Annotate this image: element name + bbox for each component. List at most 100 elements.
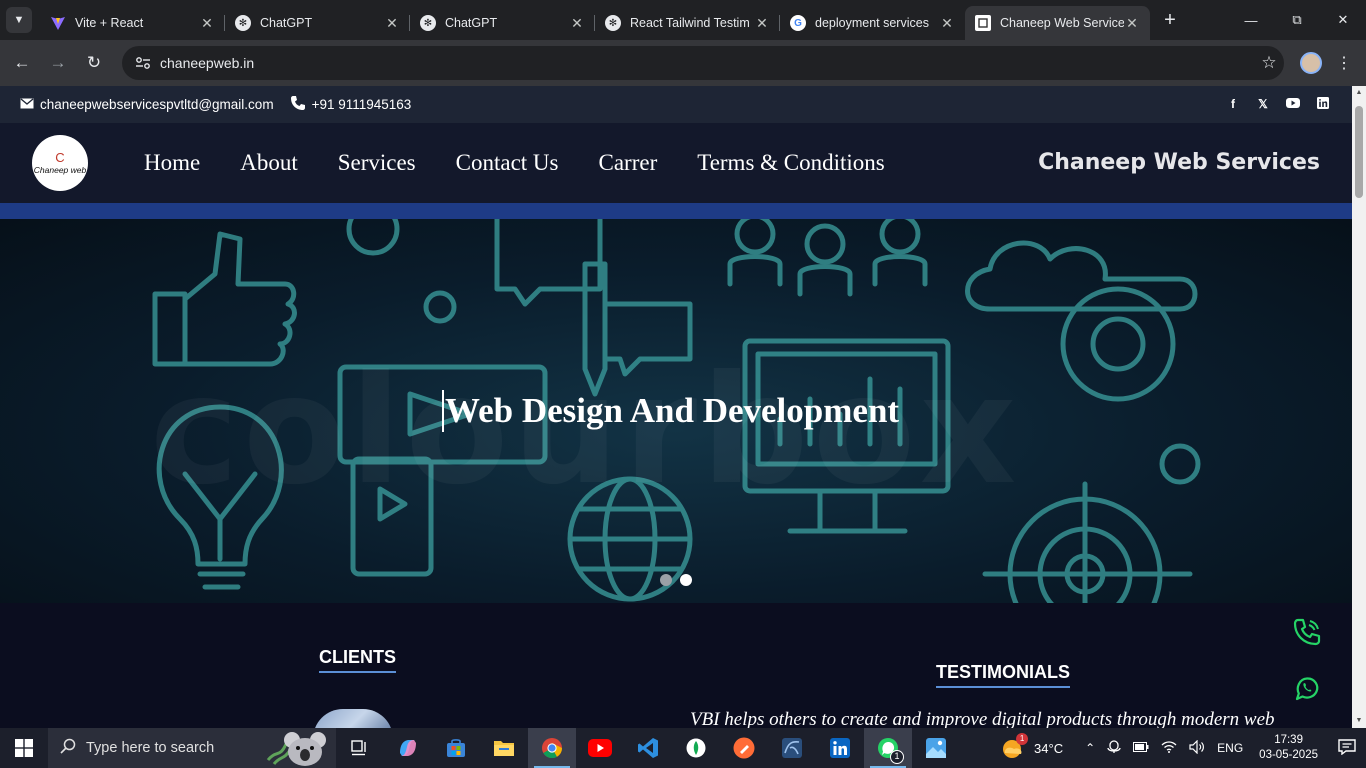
- browser-tab-active[interactable]: Chaneep Web Service ✕: [965, 6, 1150, 40]
- weather-sun-icon: 1: [1000, 733, 1029, 761]
- nav-terms[interactable]: Terms & Conditions: [697, 150, 885, 176]
- mongodb-compass-icon[interactable]: [672, 728, 720, 768]
- close-tab-icon[interactable]: ✕: [384, 15, 400, 32]
- close-tab-icon[interactable]: ✕: [754, 15, 770, 32]
- windows-start-icon[interactable]: [0, 728, 48, 768]
- clock-date: 03-05-2025: [1259, 749, 1318, 761]
- browser-tab[interactable]: ✻ ChatGPT ✕: [410, 6, 595, 40]
- phone-number[interactable]: +91 9111945163: [312, 97, 412, 112]
- chrome-icon[interactable]: [528, 728, 576, 768]
- volume-icon[interactable]: [1189, 739, 1205, 757]
- close-tab-icon[interactable]: ✕: [199, 15, 215, 32]
- email-link[interactable]: chaneepwebservicespvtltd@gmail.com: [40, 97, 274, 112]
- search-placeholder: Type here to search: [86, 740, 215, 756]
- tab-title: ChatGPT: [445, 16, 498, 30]
- system-clock[interactable]: 17:39 03-05-2025: [1259, 733, 1318, 763]
- minimize-icon[interactable]: —: [1228, 0, 1274, 40]
- nav-about[interactable]: About: [240, 150, 298, 176]
- copilot-icon[interactable]: [384, 728, 432, 768]
- weather-widget[interactable]: 1 34°C: [1000, 733, 1064, 761]
- browser-tab[interactable]: ✻ React Tailwind Testim ✕: [595, 6, 780, 40]
- window-controls: — ⧉ ✕: [1228, 0, 1366, 40]
- mysql-workbench-icon[interactable]: [768, 728, 816, 768]
- scroll-up-icon[interactable]: ▲: [1352, 86, 1366, 100]
- forward-icon[interactable]: →: [40, 45, 76, 81]
- site-logo[interactable]: C Chaneep web: [32, 135, 88, 191]
- wifi-icon[interactable]: [1161, 740, 1177, 756]
- language-indicator[interactable]: ENG: [1217, 741, 1243, 755]
- close-tab-icon[interactable]: ✕: [1124, 15, 1140, 32]
- scroll-thumb[interactable]: [1355, 106, 1363, 198]
- windows-taskbar: Type here to search 1 1 34°C ⌃ ENG 17:39…: [0, 728, 1366, 768]
- show-hidden-icons-chevron-icon[interactable]: ⌃: [1085, 741, 1095, 755]
- brand-name: Chaneep Web Services: [1038, 150, 1320, 175]
- address-bar[interactable]: chaneepweb.in ☆: [122, 46, 1284, 80]
- task-view-icon[interactable]: [336, 728, 384, 768]
- contact-bar: chaneepwebservicespvtltd@gmail.com +91 9…: [0, 86, 1352, 123]
- system-tray: 1 34°C ⌃ ENG 17:39 03-05-2025: [1000, 728, 1366, 768]
- url-text[interactable]: chaneepweb.in: [160, 55, 1254, 71]
- chatgpt-icon: ✻: [235, 15, 251, 31]
- close-tab-icon[interactable]: ✕: [939, 15, 955, 32]
- microsoft-store-icon[interactable]: [432, 728, 480, 768]
- whatsapp-float-icon[interactable]: [1292, 673, 1322, 703]
- clients-heading: CLIENTS: [319, 647, 397, 673]
- page-scrollbar[interactable]: ▲ ▼: [1352, 86, 1366, 728]
- call-float-icon[interactable]: [1292, 617, 1322, 647]
- chatgpt-icon: ✻: [605, 15, 621, 31]
- weather-badge: 1: [1016, 733, 1029, 745]
- youtube-icon[interactable]: [1278, 97, 1308, 112]
- menu-kebab-icon[interactable]: ⋮: [1336, 53, 1352, 73]
- web-page: chaneepwebservicespvtltd@gmail.com +91 9…: [0, 86, 1352, 728]
- notification-center-icon[interactable]: [1332, 738, 1362, 758]
- battery-icon[interactable]: [1133, 741, 1149, 755]
- postman-icon[interactable]: [720, 728, 768, 768]
- nav-carrer[interactable]: Carrer: [599, 150, 658, 176]
- hero-carousel: colourbox Web Design And Development: [0, 219, 1352, 603]
- reload-icon[interactable]: ↻: [76, 45, 112, 81]
- nav-contact-us[interactable]: Contact Us: [456, 150, 559, 176]
- profile-avatar[interactable]: [1300, 52, 1322, 74]
- taskbar-search-box[interactable]: Type here to search: [48, 728, 336, 768]
- facebook-icon[interactable]: f: [1218, 97, 1248, 112]
- nav-home[interactable]: Home: [144, 150, 200, 176]
- mail-icon: [20, 97, 34, 112]
- carousel-dot-2-active[interactable]: [680, 574, 692, 586]
- clock-time: 17:39: [1274, 734, 1303, 746]
- testimonials-heading: TESTIMONIALS: [936, 662, 1070, 688]
- whatsapp-app-icon[interactable]: 1: [864, 728, 912, 768]
- carousel-dot-1[interactable]: [660, 574, 672, 586]
- chatgpt-icon: ✻: [420, 15, 436, 31]
- bookmark-star-icon[interactable]: ☆: [1254, 53, 1284, 73]
- tab-title: React Tailwind Testim: [630, 16, 750, 30]
- tab-title: ChatGPT: [260, 16, 313, 30]
- close-tab-icon[interactable]: ✕: [569, 15, 585, 32]
- main-menu: Home About Services Contact Us Carrer Te…: [144, 150, 925, 176]
- google-icon: G: [790, 15, 806, 31]
- file-explorer-icon[interactable]: [480, 728, 528, 768]
- logo-text: Chaneep web: [33, 165, 87, 175]
- tab-search-icon[interactable]: ▼: [6, 7, 32, 33]
- back-icon[interactable]: ←: [4, 45, 40, 81]
- browser-tab[interactable]: ✻ ChatGPT ✕: [225, 6, 410, 40]
- nav-services[interactable]: Services: [338, 150, 416, 176]
- new-tab-button[interactable]: +: [1156, 6, 1184, 34]
- close-window-icon[interactable]: ✕: [1320, 0, 1366, 40]
- site-info-icon[interactable]: [132, 52, 154, 74]
- testimonial-quote: VBI helps others to create and improve d…: [690, 709, 1275, 728]
- restore-icon[interactable]: ⧉: [1274, 0, 1320, 40]
- browser-tab[interactable]: Vite + React ✕: [40, 6, 225, 40]
- content-section: CLIENTS TESTIMONIALS VBI helps others to…: [0, 603, 1352, 728]
- linkedin-icon[interactable]: [1308, 97, 1338, 112]
- linkedin-app-icon[interactable]: [816, 728, 864, 768]
- vscode-icon[interactable]: [624, 728, 672, 768]
- browser-tab[interactable]: G deployment services ✕: [780, 6, 965, 40]
- vite-icon: [50, 15, 66, 31]
- temperature: 34°C: [1034, 740, 1064, 756]
- photos-app-icon[interactable]: [912, 728, 960, 768]
- tab-title: Chaneep Web Service: [1000, 16, 1124, 30]
- meet-now-icon[interactable]: [1107, 739, 1121, 757]
- youtube-app-icon[interactable]: [576, 728, 624, 768]
- x-icon[interactable]: 𝕏: [1248, 97, 1278, 112]
- scroll-down-icon[interactable]: ▼: [1352, 714, 1366, 728]
